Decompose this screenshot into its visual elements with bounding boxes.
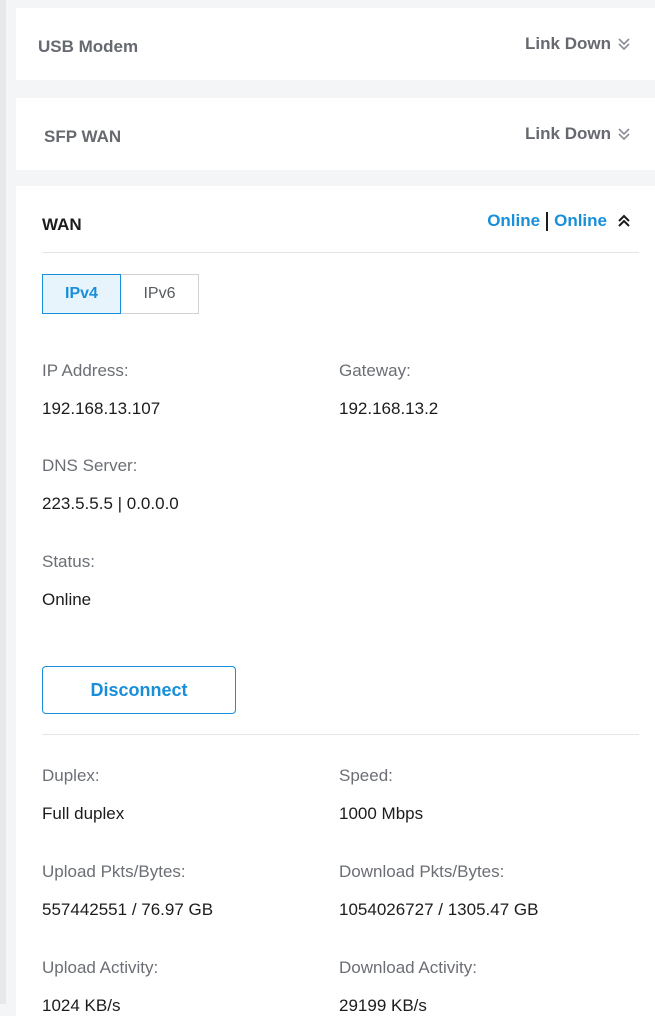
gateway-value: 192.168.13.2 bbox=[339, 399, 439, 418]
sfp-wan-panel[interactable]: SFP WAN Link Down bbox=[16, 98, 655, 170]
wan-panel: WAN Online Online IPv4 IPv6 IP Address: … bbox=[16, 186, 655, 1016]
wan-status[interactable]: Online Online bbox=[487, 211, 631, 231]
tab-ipv6[interactable]: IPv6 bbox=[121, 274, 199, 314]
ip-version-tabs: IPv4 IPv6 bbox=[42, 274, 199, 314]
sfp-wan-status-text: Link Down bbox=[525, 124, 611, 143]
gateway-label: Gateway: bbox=[339, 361, 411, 380]
upload-pkts-label: Upload Pkts/Bytes: bbox=[42, 862, 186, 881]
duplex-field: Duplex: Full duplex bbox=[42, 766, 124, 824]
upload-pkts-field: Upload Pkts/Bytes: 557442551 / 76.97 GB bbox=[42, 862, 213, 920]
connection-status-label: Status: bbox=[42, 552, 95, 571]
download-activity-label: Download Activity: bbox=[339, 958, 477, 977]
duplex-value: Full duplex bbox=[42, 804, 125, 823]
wan-status-ipv4: Online bbox=[487, 211, 541, 230]
tab-ipv4[interactable]: IPv4 bbox=[42, 274, 121, 314]
sfp-wan-title: SFP WAN bbox=[44, 127, 122, 146]
usb-modem-title: USB Modem bbox=[38, 37, 139, 56]
speed-field: Speed: 1000 Mbps bbox=[339, 766, 423, 824]
upload-activity-value: 1024 KB/s bbox=[42, 996, 121, 1015]
double-chevron-up-icon[interactable] bbox=[617, 213, 631, 229]
wan-status-ipv6: Online bbox=[554, 211, 607, 230]
ip-address-field: IP Address: 192.168.13.107 bbox=[42, 361, 160, 419]
left-frame-border bbox=[0, 0, 6, 1004]
connection-status-value: Online bbox=[42, 590, 92, 609]
download-pkts-value: 1054026727 / 1305.47 GB bbox=[339, 900, 539, 919]
upload-activity-label: Upload Activity: bbox=[42, 958, 159, 977]
gateway-field: Gateway: 192.168.13.2 bbox=[339, 361, 438, 419]
download-activity-field: Download Activity: 29199 KB/s bbox=[339, 958, 477, 1016]
double-chevron-down-icon[interactable] bbox=[617, 126, 631, 142]
download-pkts-label: Download Pkts/Bytes: bbox=[339, 862, 505, 881]
usb-modem-status[interactable]: Link Down bbox=[525, 34, 631, 54]
double-chevron-down-icon[interactable] bbox=[617, 36, 631, 52]
disconnect-button[interactable]: Disconnect bbox=[42, 666, 236, 714]
divider bbox=[42, 252, 639, 253]
speed-label: Speed: bbox=[339, 766, 393, 785]
usb-modem-status-text: Link Down bbox=[525, 34, 611, 53]
dns-server-field: DNS Server: 223.5.5.5 | 0.0.0.0 bbox=[42, 456, 179, 514]
duplex-label: Duplex: bbox=[42, 766, 100, 785]
ip-address-label: IP Address: bbox=[42, 361, 129, 380]
connection-status-field: Status: Online bbox=[42, 552, 95, 610]
usb-modem-panel[interactable]: USB Modem Link Down bbox=[16, 8, 655, 80]
sfp-wan-status[interactable]: Link Down bbox=[525, 124, 631, 144]
ip-address-value: 192.168.13.107 bbox=[42, 399, 161, 418]
download-pkts-field: Download Pkts/Bytes: 1054026727 / 1305.4… bbox=[339, 862, 538, 920]
status-separator bbox=[546, 211, 549, 231]
download-activity-value: 29199 KB/s bbox=[339, 996, 427, 1015]
divider bbox=[42, 734, 639, 735]
dns-server-value: 223.5.5.5 | 0.0.0.0 bbox=[42, 494, 179, 513]
dns-server-label: DNS Server: bbox=[42, 456, 138, 475]
upload-activity-field: Upload Activity: 1024 KB/s bbox=[42, 958, 158, 1016]
wan-title: WAN bbox=[42, 215, 82, 234]
upload-pkts-value: 557442551 / 76.97 GB bbox=[42, 900, 214, 919]
speed-value: 1000 Mbps bbox=[339, 804, 424, 823]
